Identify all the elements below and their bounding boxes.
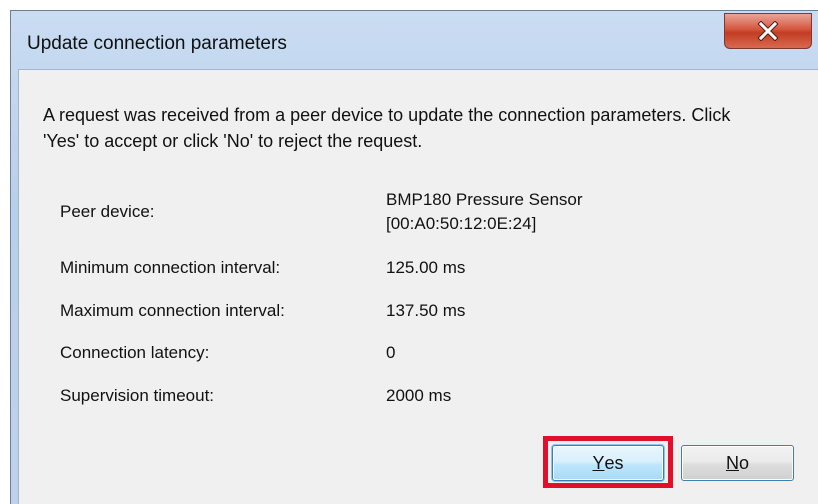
latency-value: 0 xyxy=(386,343,396,362)
max-interval-value: 137.50 ms xyxy=(386,301,466,320)
peer-device-label: Peer device: xyxy=(60,202,155,221)
yes-highlight-box xyxy=(543,436,673,488)
peer-device-name: BMP180 Pressure Sensor xyxy=(386,190,583,209)
supervision-timeout-value: 2000 ms xyxy=(386,386,452,405)
close-icon xyxy=(757,21,779,41)
close-button[interactable] xyxy=(724,13,812,49)
min-interval-label: Minimum connection interval: xyxy=(60,258,281,277)
window-title: Update connection parameters xyxy=(27,33,287,54)
no-button[interactable]: No xyxy=(681,445,794,481)
peer-device-address: [00:A0:50:12:0E:24] xyxy=(386,214,537,233)
latency-label: Connection latency: xyxy=(60,343,210,362)
request-message: A request was received from a peer devic… xyxy=(43,105,731,151)
max-interval-label: Maximum connection interval: xyxy=(60,301,285,320)
min-interval-value: 125.00 ms xyxy=(386,258,466,277)
supervision-timeout-label: Supervision timeout: xyxy=(60,386,215,405)
no-label-rest: o xyxy=(738,452,749,473)
title-bar[interactable]: Update connection parameters xyxy=(11,11,818,69)
no-mnemonic: N xyxy=(725,452,739,473)
